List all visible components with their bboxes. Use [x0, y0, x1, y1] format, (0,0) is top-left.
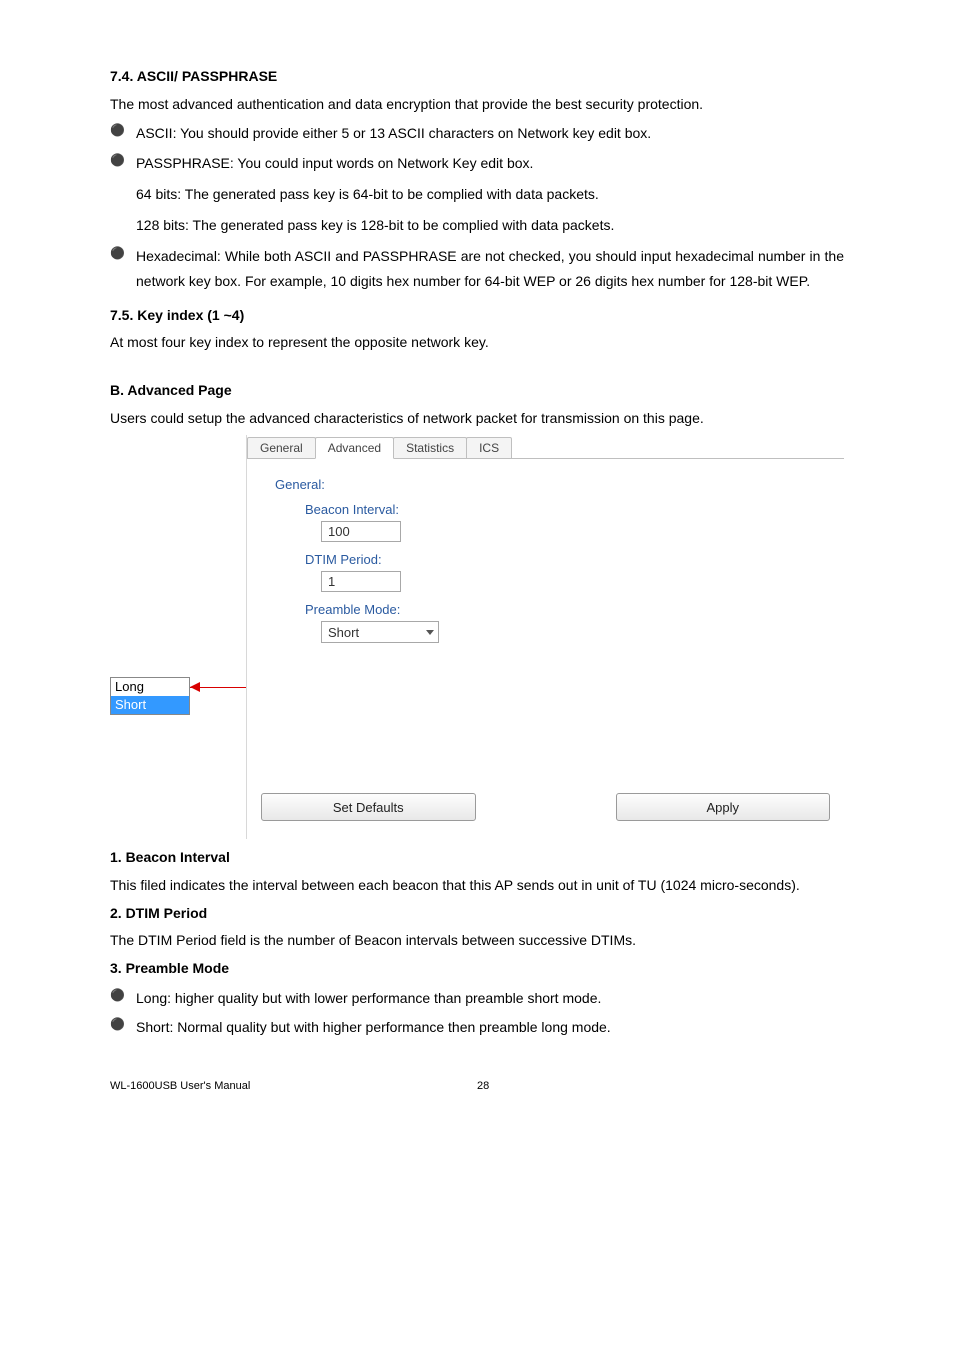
bullet-text: ASCII: You should provide either 5 or 13… [136, 121, 844, 146]
bullet-preamble-long: ⚫ Long: higher quality but with lower pe… [110, 986, 844, 1011]
bullet-hex: ⚫ Hexadecimal: While both ASCII and PASS… [110, 244, 844, 294]
tab-advanced[interactable]: Advanced [315, 437, 394, 459]
bullet-icon: ⚫ [110, 986, 136, 1011]
bullet-icon: ⚫ [110, 1015, 136, 1040]
input-dtim-period[interactable]: 1 [321, 571, 401, 592]
bullet-ascii: ⚫ ASCII: You should provide either 5 or … [110, 121, 844, 146]
input-beacon-interval[interactable]: 100 [321, 521, 401, 542]
bullet-text: Long: higher quality but with lower perf… [136, 986, 844, 1011]
text-beacon-interval: This filed indicates the interval betwee… [110, 875, 844, 897]
intro-7-4: The most advanced authentication and dat… [110, 94, 844, 116]
footer-title: WL-1600USB User's Manual [110, 1080, 250, 1092]
preamble-dropdown-open[interactable]: Long Short [110, 677, 190, 715]
footer-page-number: 28 [257, 1080, 844, 1092]
sub-128bits: 128 bits: The generated pass key is 128-… [136, 213, 844, 238]
label-preamble-mode: Preamble Mode: [305, 602, 826, 617]
group-label-general: General: [275, 477, 826, 492]
sub-64bits: 64 bits: The generated pass key is 64-bi… [136, 182, 844, 207]
chevron-down-icon [426, 630, 434, 635]
apply-button[interactable]: Apply [616, 793, 831, 821]
set-defaults-button[interactable]: Set Defaults [261, 793, 476, 821]
heading-advanced-page: B. Advanced Page [110, 380, 844, 402]
heading-7-5: 7.5. Key index (1 ~4) [110, 305, 844, 327]
tab-strip: General Advanced Statistics ICS [247, 435, 844, 459]
tab-ics[interactable]: ICS [466, 437, 512, 459]
settings-panel: General Advanced Statistics ICS General:… [246, 435, 844, 839]
preamble-option-short[interactable]: Short [110, 696, 190, 715]
tab-statistics[interactable]: Statistics [393, 437, 467, 459]
bullet-text: PASSPHRASE: You could input words on Net… [136, 151, 844, 176]
heading-preamble-mode: 3. Preamble Mode [110, 958, 844, 980]
heading-dtim-period: 2. DTIM Period [110, 903, 844, 925]
select-preamble-mode[interactable]: Short [321, 621, 439, 643]
heading-beacon-interval: 1. Beacon Interval [110, 847, 844, 869]
tab-general[interactable]: General [247, 437, 316, 459]
label-beacon-interval: Beacon Interval: [305, 502, 826, 517]
text-dtim-period: The DTIM Period field is the number of B… [110, 930, 844, 952]
figure-advanced-tab: Long Short General Advanced Statistics I… [110, 435, 844, 839]
select-preamble-value: Short [328, 625, 359, 640]
bullet-preamble-short: ⚫ Short: Normal quality but with higher … [110, 1015, 844, 1040]
text-7-5: At most four key index to represent the … [110, 332, 844, 354]
bullet-icon: ⚫ [110, 151, 136, 176]
preamble-option-long[interactable]: Long [110, 677, 190, 696]
bullet-icon: ⚫ [110, 121, 136, 146]
intro-advanced-page: Users could setup the advanced character… [110, 408, 844, 430]
bullet-passphrase: ⚫ PASSPHRASE: You could input words on N… [110, 151, 844, 176]
bullet-text: Short: Normal quality but with higher pe… [136, 1015, 844, 1040]
heading-7-4: 7.4. ASCII/ PASSPHRASE [110, 66, 844, 88]
page-footer: WL-1600USB User's Manual 28 [110, 1080, 844, 1092]
label-dtim-period: DTIM Period: [305, 552, 826, 567]
bullet-icon: ⚫ [110, 244, 136, 294]
bullet-text: Hexadecimal: While both ASCII and PASSPH… [136, 244, 844, 294]
